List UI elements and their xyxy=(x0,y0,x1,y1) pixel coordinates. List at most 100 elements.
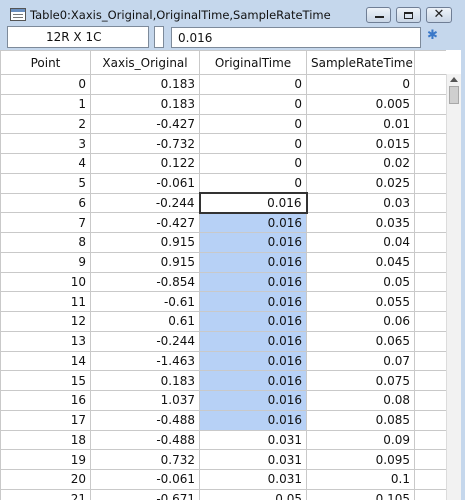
cell-empty[interactable] xyxy=(414,192,446,214)
scrollbar-thumb[interactable] xyxy=(449,86,459,104)
cell-point[interactable]: 4 xyxy=(0,153,91,174)
cell-xaxis-original[interactable]: 0.122 xyxy=(90,153,200,174)
cell-point[interactable]: 16 xyxy=(0,390,91,411)
column-header-originaltime[interactable]: OriginalTime xyxy=(199,50,307,75)
cell-sampleratetime[interactable]: 0.065 xyxy=(306,330,415,352)
cell-empty[interactable] xyxy=(414,153,446,174)
gear-icon[interactable]: ✱ xyxy=(427,28,441,44)
cell-empty[interactable] xyxy=(414,74,446,95)
cell-xaxis-original[interactable]: -0.244 xyxy=(90,192,200,214)
cell-empty[interactable] xyxy=(414,409,446,431)
cell-originaltime[interactable]: 0 xyxy=(199,153,307,174)
cell-originaltime[interactable]: 0 xyxy=(199,172,307,194)
minimize-button[interactable] xyxy=(366,7,391,23)
cell-originaltime[interactable]: 0.016 xyxy=(199,212,307,233)
cell-originaltime[interactable]: 0.031 xyxy=(199,449,307,470)
cell-sampleratetime[interactable]: 0.01 xyxy=(306,113,415,135)
cell-point[interactable]: 20 xyxy=(0,469,91,490)
table-row[interactable]: 9 0.915 0.016 0.045 xyxy=(0,251,446,273)
cell-empty[interactable] xyxy=(414,212,446,233)
cell-empty[interactable] xyxy=(414,370,446,391)
cell-sampleratetime[interactable]: 0.015 xyxy=(306,133,415,154)
cell-sampleratetime[interactable]: 0.085 xyxy=(306,409,415,431)
table-row[interactable]: 12 0.61 0.016 0.06 xyxy=(0,311,446,332)
cell-empty[interactable] xyxy=(414,488,446,500)
cell-point[interactable]: 11 xyxy=(0,291,91,312)
table-row[interactable]: 10 -0.854 0.016 0.05 xyxy=(0,271,446,293)
cell-xaxis-original[interactable]: 0.915 xyxy=(90,232,200,253)
column-header-point[interactable]: Point xyxy=(0,50,91,75)
cell-point[interactable]: 21 xyxy=(0,488,91,500)
table-row[interactable]: 3 -0.732 0 0.015 xyxy=(0,133,446,154)
cell-empty[interactable] xyxy=(414,350,446,372)
table-row[interactable]: 5 -0.061 0 0.025 xyxy=(0,172,446,194)
table-row[interactable]: 11 -0.61 0.016 0.055 xyxy=(0,291,446,312)
cell-originaltime[interactable]: 0 xyxy=(199,113,307,135)
cell-point[interactable]: 17 xyxy=(0,409,91,431)
cell-point[interactable]: 5 xyxy=(0,172,91,194)
table-row[interactable]: 20 -0.061 0.031 0.1 xyxy=(0,469,446,490)
cell-originaltime[interactable]: 0.016 xyxy=(199,251,307,273)
cell-empty[interactable] xyxy=(414,232,446,253)
cell-sampleratetime[interactable]: 0.025 xyxy=(306,172,415,194)
cell-point[interactable]: 0 xyxy=(0,74,91,95)
cell-sampleratetime[interactable]: 0.09 xyxy=(306,429,415,451)
cell-xaxis-original[interactable]: -0.061 xyxy=(90,469,200,490)
cell-empty[interactable] xyxy=(414,390,446,411)
cell-xaxis-original[interactable]: -1.463 xyxy=(90,350,200,372)
table-row[interactable]: 18 -0.488 0.031 0.09 xyxy=(0,429,446,451)
cell-originaltime[interactable]: 0.05 xyxy=(199,488,307,500)
table-row[interactable]: 21 -0.671 0.05 0.105 xyxy=(0,488,446,500)
cell-originaltime[interactable]: 0.016 xyxy=(199,271,307,293)
close-button[interactable]: ✕ xyxy=(426,7,452,23)
scroll-up-arrow-icon[interactable] xyxy=(450,77,458,82)
cell-point[interactable]: 2 xyxy=(0,113,91,135)
title-bar[interactable]: Table0:Xaxis_Original,OriginalTime,Sampl… xyxy=(0,0,465,26)
cell-originaltime[interactable]: 0.016 xyxy=(199,291,307,312)
cell-originaltime[interactable]: 0 xyxy=(199,74,307,95)
table-row[interactable]: 7 -0.427 0.016 0.035 xyxy=(0,212,446,233)
cell-sampleratetime[interactable]: 0.1 xyxy=(306,469,415,490)
cell-xaxis-original[interactable]: -0.427 xyxy=(90,113,200,135)
cell-sampleratetime[interactable]: 0 xyxy=(306,74,415,95)
cell-sampleratetime[interactable]: 0.04 xyxy=(306,232,415,253)
cell-point[interactable]: 6 xyxy=(0,192,91,214)
cell-point[interactable]: 8 xyxy=(0,232,91,253)
cell-originaltime[interactable]: 0.016 xyxy=(199,409,307,431)
cell-sampleratetime[interactable]: 0.05 xyxy=(306,271,415,293)
cell-point[interactable]: 14 xyxy=(0,350,91,372)
cell-originaltime[interactable]: 0.016 xyxy=(199,311,307,332)
cell-xaxis-original[interactable]: -0.488 xyxy=(90,409,200,431)
cell-originaltime[interactable]: 0.016 xyxy=(199,390,307,411)
cell-xaxis-original[interactable]: 0.183 xyxy=(90,370,200,391)
cell-sampleratetime[interactable]: 0.075 xyxy=(306,370,415,391)
cell-xaxis-original[interactable]: -0.732 xyxy=(90,133,200,154)
cell-xaxis-original[interactable]: 0.915 xyxy=(90,251,200,273)
table-row[interactable]: 0 0.183 0 0 xyxy=(0,74,446,95)
column-header-xaxis-original[interactable]: Xaxis_Original xyxy=(90,50,200,75)
cell-xaxis-original[interactable]: -0.488 xyxy=(90,429,200,451)
cell-point[interactable]: 13 xyxy=(0,330,91,352)
cell-empty[interactable] xyxy=(414,330,446,352)
cell-originaltime[interactable]: 0.016 xyxy=(199,370,307,391)
cell-sampleratetime[interactable]: 0.005 xyxy=(306,93,415,115)
cell-xaxis-original[interactable]: -0.427 xyxy=(90,212,200,233)
cell-empty[interactable] xyxy=(414,133,446,154)
cell-point[interactable]: 10 xyxy=(0,271,91,293)
cell-originaltime[interactable]: 0.031 xyxy=(199,469,307,490)
cell-sampleratetime[interactable]: 0.08 xyxy=(306,390,415,411)
cell-xaxis-original[interactable]: -0.244 xyxy=(90,330,200,352)
cell-point[interactable]: 1 xyxy=(0,93,91,115)
cell-sampleratetime[interactable]: 0.03 xyxy=(306,192,415,214)
cell-empty[interactable] xyxy=(414,172,446,194)
table-row[interactable]: 4 0.122 0 0.02 xyxy=(0,153,446,174)
cell-xaxis-original[interactable]: -0.061 xyxy=(90,172,200,194)
cell-empty[interactable] xyxy=(414,93,446,115)
cell-originaltime[interactable]: 0 xyxy=(199,93,307,115)
cell-sampleratetime[interactable]: 0.055 xyxy=(306,291,415,312)
cell-point[interactable]: 12 xyxy=(0,311,91,332)
cell-originaltime[interactable]: 0.016 xyxy=(199,232,307,253)
cell-sampleratetime[interactable]: 0.035 xyxy=(306,212,415,233)
cell-sampleratetime[interactable]: 0.02 xyxy=(306,153,415,174)
table-row[interactable]: 6 -0.244 0.016 0.03 xyxy=(0,192,446,214)
